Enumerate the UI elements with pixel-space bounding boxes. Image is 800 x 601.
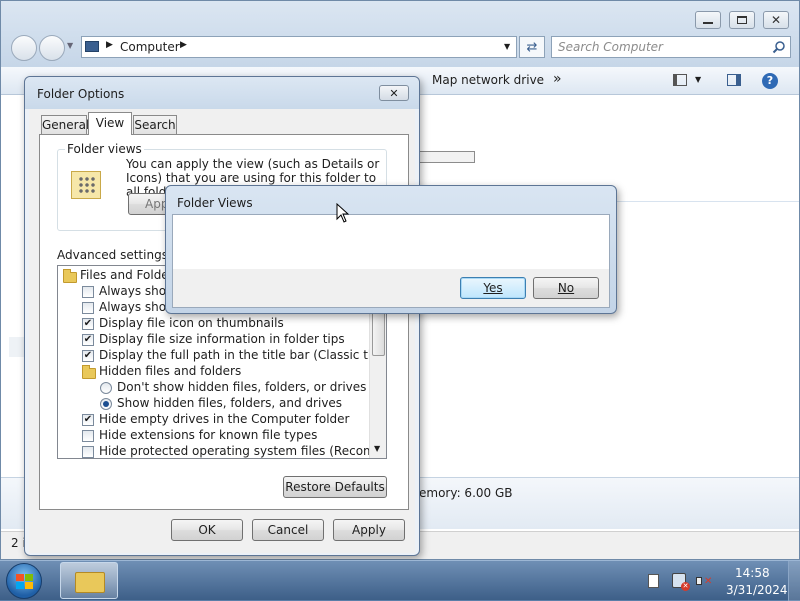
- breadcrumb-chevron-icon: ▶: [180, 40, 187, 50]
- clock-date[interactable]: 3/31/2024: [726, 583, 788, 597]
- checkbox-hide-empty-drives[interactable]: ✔: [82, 414, 94, 426]
- clock-time[interactable]: 14:58: [735, 566, 770, 580]
- folder-icon: [63, 269, 77, 283]
- tab-view-label: View: [95, 116, 125, 130]
- folder-views-icon: [71, 171, 101, 199]
- scroll-down-icon[interactable]: ▼: [374, 444, 380, 453]
- radio-dont-show-hidden[interactable]: [100, 382, 112, 394]
- no-button[interactable]: No: [533, 277, 599, 299]
- cancel-button[interactable]: Cancel: [252, 519, 324, 541]
- cancel-label: Cancel: [267, 523, 309, 537]
- more-commands-button[interactable]: »: [553, 71, 562, 87]
- change-view-icon[interactable]: [673, 74, 687, 86]
- yes-label: Yes: [483, 281, 503, 295]
- view-dropdown-icon[interactable]: ▼: [695, 75, 701, 84]
- breadcrumb-chevron-icon: ▶: [106, 40, 113, 50]
- option-display-file-size[interactable]: Display file size information in folder …: [99, 332, 345, 346]
- capacity-bar: [417, 151, 475, 163]
- tab-general-label: General: [42, 118, 90, 132]
- taskbar-explorer-button[interactable]: [60, 562, 118, 599]
- checkbox-always-show-menus[interactable]: [82, 302, 94, 314]
- checkbox-always-show-icons[interactable]: [82, 286, 94, 298]
- search-input[interactable]: Search Computer: [551, 36, 791, 58]
- close-icon: ✕: [770, 13, 782, 27]
- apply-label: Apply: [352, 523, 386, 537]
- option-dont-show-hidden[interactable]: Don't show hidden files, folders, or dri…: [117, 380, 366, 394]
- folder-icon: [75, 572, 105, 593]
- folder-options-close-button[interactable]: ✕: [379, 85, 409, 101]
- checkmark-icon: ✔: [83, 350, 93, 361]
- tray-notes-icon[interactable]: [648, 574, 659, 588]
- tab-search[interactable]: Search: [133, 115, 177, 134]
- volume-muted-icon[interactable]: ✕: [696, 574, 712, 588]
- restore-defaults-button[interactable]: Restore Defaults: [283, 476, 387, 498]
- checkmark-icon: ✔: [83, 334, 93, 345]
- address-dropdown-icon[interactable]: ▼: [504, 42, 510, 51]
- folder-icon: [82, 365, 96, 379]
- advanced-settings-label: Advanced settings:: [57, 248, 172, 262]
- checkbox-hide-protected-files[interactable]: [82, 446, 94, 458]
- ok-button[interactable]: OK: [171, 519, 243, 541]
- folder-options-title: Folder Options: [37, 87, 125, 101]
- no-label: No: [557, 281, 575, 295]
- nav-pane-edge: [9, 337, 25, 357]
- checkbox-display-full-path[interactable]: ✔: [82, 350, 94, 362]
- tab-general[interactable]: General: [41, 115, 90, 134]
- checkmark-icon: ✔: [83, 318, 93, 329]
- ok-label: OK: [198, 523, 216, 537]
- close-window-button[interactable]: ✕: [763, 11, 789, 29]
- forward-button[interactable]: [39, 35, 65, 61]
- minimize-button[interactable]: [695, 11, 721, 29]
- search-placeholder: Search Computer: [558, 40, 663, 54]
- apply-button[interactable]: Apply: [333, 519, 405, 541]
- checkmark-icon: ✔: [83, 414, 93, 425]
- folder-views-dialog: Folder Views Yes No: [165, 185, 617, 314]
- preview-pane-icon[interactable]: [727, 74, 741, 86]
- history-dropdown-icon[interactable]: ▼: [67, 41, 73, 50]
- option-hide-extensions[interactable]: Hide extensions for known file types: [99, 428, 317, 442]
- taskbar: ✕ ✕ 14:58 3/31/2024: [0, 560, 800, 601]
- windows-logo-icon: [16, 574, 34, 590]
- option-hide-protected-files[interactable]: Hide protected operating system files (R…: [99, 444, 386, 458]
- back-button[interactable]: [11, 35, 37, 61]
- refresh-icon: ⇄: [526, 39, 538, 55]
- tab-view[interactable]: View: [88, 112, 132, 135]
- option-hide-empty-drives[interactable]: Hide empty drives in the Computer folder: [99, 412, 349, 426]
- yes-button[interactable]: Yes: [460, 277, 526, 299]
- start-button[interactable]: [6, 563, 42, 599]
- checkbox-display-file-size[interactable]: ✔: [82, 334, 94, 346]
- refresh-button[interactable]: ⇄: [519, 36, 545, 58]
- checkbox-display-file-icon[interactable]: ✔: [82, 318, 94, 330]
- help-icon[interactable]: ?: [762, 73, 778, 89]
- option-show-hidden[interactable]: Show hidden files, folders, and drives: [117, 396, 342, 410]
- radio-show-hidden[interactable]: [100, 398, 112, 410]
- maximize-button[interactable]: [729, 11, 755, 29]
- search-icon: [772, 41, 785, 54]
- restore-defaults-label: Restore Defaults: [285, 480, 385, 494]
- address-computer[interactable]: Computer: [120, 40, 180, 54]
- folder-views-dialog-title: Folder Views: [177, 196, 253, 210]
- network-warning-icon[interactable]: ✕: [672, 573, 690, 591]
- show-desktop-button[interactable]: [788, 561, 800, 601]
- folder-views-label: Folder views: [65, 142, 144, 156]
- map-network-drive-button[interactable]: Map network drive: [432, 73, 544, 87]
- computer-icon: [85, 41, 99, 52]
- option-display-full-path[interactable]: Display the full path in the title bar (…: [99, 348, 386, 362]
- folder-options-dialog: Folder Options ✕ General View Search Fol…: [24, 76, 420, 556]
- restore-icon: [737, 16, 747, 24]
- tab-search-label: Search: [134, 118, 176, 132]
- radio-selected-dot: [103, 401, 109, 407]
- memory-info: emory: 6.00 GB: [419, 486, 513, 500]
- address-bar[interactable]: ▶ Computer ▶ ▼: [81, 36, 517, 58]
- option-display-file-icon[interactable]: Display file icon on thumbnails: [99, 316, 284, 330]
- tree-item-hidden-files[interactable]: Hidden files and folders: [99, 364, 241, 378]
- minimize-icon: [703, 22, 713, 24]
- checkbox-hide-extensions[interactable]: [82, 430, 94, 442]
- mouse-cursor-icon: [336, 203, 350, 223]
- close-icon: ✕: [389, 87, 399, 100]
